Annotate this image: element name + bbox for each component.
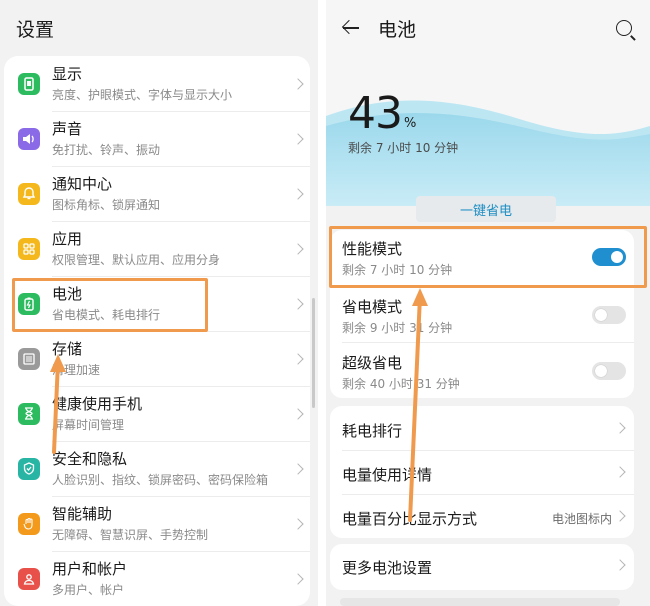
link-title: 更多电池设置 xyxy=(342,559,433,577)
battery-panel: 电池 43 % 剩余 7 小时 10 分钟 一键省电 性能模式 剩余 7 小时 … xyxy=(326,0,650,606)
settings-item-security[interactable]: 安全和隐私人脸识别、指纹、锁屏密码、密码保险箱 xyxy=(4,441,310,496)
user-icon xyxy=(18,567,40,590)
hand-icon xyxy=(18,512,40,535)
link-value: 电池图标内 xyxy=(551,512,612,526)
mode-subtitle: 剩余 9 小时 31 分钟 xyxy=(342,321,453,335)
item-title: 用户和帐户 xyxy=(52,560,128,578)
settings-item-users[interactable]: 用户和帐户多用户、帐户 xyxy=(4,551,310,606)
chevron-right-icon xyxy=(292,242,304,255)
item-title: 存储 xyxy=(52,340,83,358)
apps-icon xyxy=(18,237,40,260)
power-ranking-link[interactable]: 耗电排行 xyxy=(330,406,634,450)
percentage-display-link[interactable]: 电量百分比显示方式 电池图标内 xyxy=(330,494,634,538)
item-title: 安全和隐私 xyxy=(52,450,128,468)
display-icon xyxy=(18,72,40,95)
chevron-right-icon xyxy=(292,77,304,90)
settings-item-sound[interactable]: 声音免打扰、铃声、振动 xyxy=(4,111,310,166)
item-subtitle: 清理加速 xyxy=(52,363,101,377)
shield-icon xyxy=(18,457,40,480)
storage-icon xyxy=(18,347,40,370)
mode-title: 超级省电 xyxy=(342,354,403,372)
chevron-right-icon xyxy=(292,462,304,475)
mode-subtitle: 剩余 40 小时 31 分钟 xyxy=(342,377,460,391)
mode-ultra-saving[interactable]: 超级省电 剩余 40 小时 31 分钟 xyxy=(330,342,634,398)
bell-icon xyxy=(18,182,40,205)
chevron-right-icon xyxy=(292,297,304,310)
settings-item-digital-balance[interactable]: 健康使用手机屏幕时间管理 xyxy=(4,386,310,441)
search-icon[interactable] xyxy=(616,20,632,36)
item-subtitle: 多用户、帐户 xyxy=(52,583,125,597)
page-title: 设置 xyxy=(16,18,55,41)
item-title: 声音 xyxy=(52,120,83,138)
chevron-right-icon xyxy=(614,422,626,434)
settings-item-apps[interactable]: 应用权限管理、默认应用、应用分身 xyxy=(4,221,310,276)
chevron-right-icon xyxy=(292,517,304,530)
item-title: 智能辅助 xyxy=(52,505,113,523)
battery-links-card: 耗电排行 电量使用详情 电量百分比显示方式 电池图标内 xyxy=(330,406,634,538)
more-battery-settings-link[interactable]: 更多电池设置 xyxy=(330,544,634,590)
item-subtitle: 权限管理、默认应用、应用分身 xyxy=(52,253,221,267)
settings-item-storage[interactable]: 存储 清理加速 xyxy=(4,331,310,386)
battery-level-area: 43 % 剩余 7 小时 10 分钟 xyxy=(326,56,650,206)
settings-item-notifications[interactable]: 通知中心图标角标、锁屏通知 xyxy=(4,166,310,221)
more-settings-card: 更多电池设置 xyxy=(330,544,634,590)
chevron-right-icon xyxy=(292,407,304,420)
item-subtitle: 亮度、护眼模式、字体与显示大小 xyxy=(52,88,233,102)
chevron-right-icon xyxy=(292,187,304,200)
power-saving-toggle[interactable] xyxy=(592,306,626,324)
mode-power-saving[interactable]: 省电模式 剩余 9 小时 31 分钟 xyxy=(330,286,634,342)
usage-details-link[interactable]: 电量使用详情 xyxy=(330,450,634,494)
ultra-saving-toggle[interactable] xyxy=(592,362,626,380)
chevron-right-icon xyxy=(614,510,626,522)
back-arrow-icon[interactable] xyxy=(342,19,360,37)
item-title: 显示 xyxy=(52,65,83,83)
battery-remaining: 剩余 7 小时 10 分钟 xyxy=(348,141,459,155)
sound-icon xyxy=(18,127,40,150)
item-title: 应用 xyxy=(52,230,83,248)
page-title: 电池 xyxy=(378,18,417,41)
chevron-right-icon xyxy=(614,466,626,478)
item-title: 健康使用手机 xyxy=(52,395,143,413)
item-subtitle: 图标角标、锁屏通知 xyxy=(52,198,161,212)
item-subtitle: 人脸识别、指纹、锁屏密码、密码保险箱 xyxy=(52,473,269,487)
battery-header: 电池 xyxy=(326,0,650,56)
battery-percent: 43 xyxy=(348,88,403,139)
chevron-right-icon xyxy=(292,352,304,365)
item-subtitle: 无障碍、智慧识屏、手势控制 xyxy=(52,528,209,542)
mode-title: 省电模式 xyxy=(342,298,403,316)
settings-item-accessibility[interactable]: 智能辅助无障碍、智慧识屏、手势控制 xyxy=(4,496,310,551)
scrollbar[interactable] xyxy=(312,298,315,408)
settings-item-display[interactable]: 显示亮度、护眼模式、字体与显示大小 xyxy=(4,56,310,111)
settings-header: 设置 xyxy=(0,0,318,56)
item-title: 通知中心 xyxy=(52,175,113,193)
chevron-right-icon xyxy=(614,559,626,571)
item-subtitle: 免打扰、铃声、振动 xyxy=(52,143,161,157)
chevron-right-icon xyxy=(292,132,304,145)
chevron-right-icon xyxy=(292,572,304,585)
link-title: 耗电排行 xyxy=(342,422,403,440)
link-title: 电量使用详情 xyxy=(342,466,433,484)
link-title: 电量百分比显示方式 xyxy=(342,510,478,528)
battery-item-highlight xyxy=(12,278,208,332)
battery-percent-sign: % xyxy=(404,116,417,131)
item-subtitle: 屏幕时间管理 xyxy=(52,418,125,432)
hourglass-icon xyxy=(18,402,40,425)
performance-mode-highlight xyxy=(329,226,647,288)
bottom-card-edge xyxy=(340,598,620,606)
one-click-save-button[interactable]: 一键省电 xyxy=(416,196,556,222)
